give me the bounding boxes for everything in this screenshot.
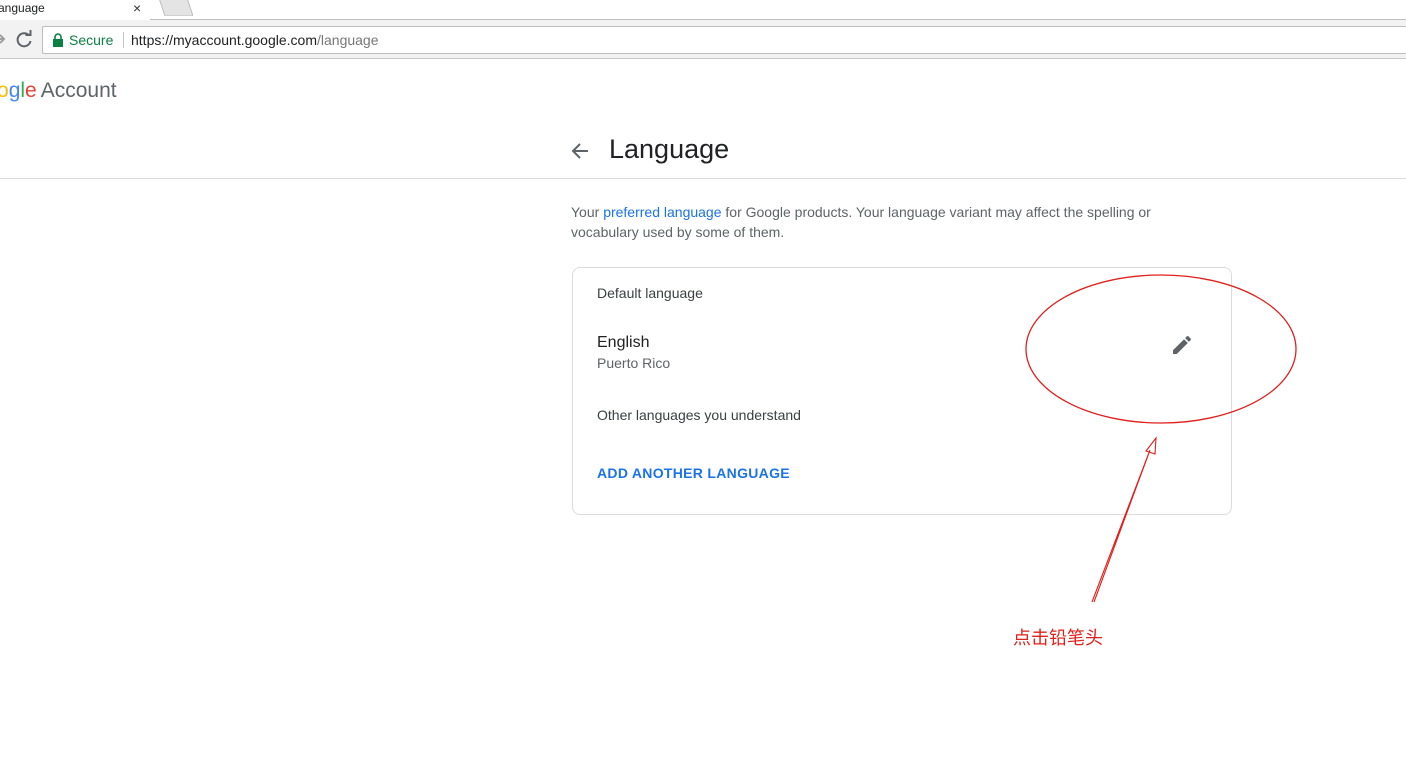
intro-text: Your preferred language for Google produ… [571, 202, 1211, 242]
browser-tabstrip: anguage × [0, 0, 1406, 20]
google-account-logo[interactable]: ogle Account [0, 79, 117, 103]
preferred-language-link[interactable]: preferred language [603, 204, 721, 220]
lock-icon [53, 33, 63, 47]
tab-title: anguage [0, 1, 45, 15]
tab-close-icon[interactable]: × [133, 0, 141, 16]
url-host: https://myaccount.google.com [131, 32, 317, 48]
url-text[interactable]: https://myaccount.google.com/language [131, 32, 379, 48]
url-path: /language [317, 32, 379, 48]
intro-before: Your [571, 204, 604, 220]
address-separator [123, 32, 124, 48]
annotation-text: 点击铅笔头 [1013, 628, 1103, 649]
add-language-button[interactable]: ADD ANOTHER LANGUAGE [597, 465, 790, 481]
default-language-label: Default language [597, 285, 703, 301]
logo-letter: e [25, 79, 37, 102]
forward-icon[interactable] [0, 29, 8, 49]
default-language-row[interactable]: English Puerto Rico [573, 324, 1231, 380]
reload-icon[interactable] [14, 30, 34, 50]
edit-pencil-icon[interactable] [1170, 333, 1194, 357]
address-bar[interactable]: Secure https://myaccount.google.com/lang… [42, 26, 1406, 54]
language-region: Puerto Rico [597, 355, 671, 371]
other-languages-label: Other languages you understand [597, 407, 801, 423]
language-name: English [597, 334, 650, 351]
browser-toolbar: Secure https://myaccount.google.com/lang… [0, 20, 1406, 59]
logo-letter: o [0, 79, 9, 102]
browser-tab[interactable]: anguage × [0, 0, 150, 20]
header-divider [0, 178, 1406, 179]
logo-letter: g [8, 79, 21, 102]
page-title: Language [609, 134, 730, 164]
language-card: Default language English Puerto Rico Oth… [572, 267, 1232, 515]
back-arrow-icon[interactable] [568, 138, 594, 164]
logo-account-text: Account [40, 79, 117, 102]
security-label: Secure [69, 32, 114, 48]
new-tab-icon[interactable] [157, 0, 193, 16]
